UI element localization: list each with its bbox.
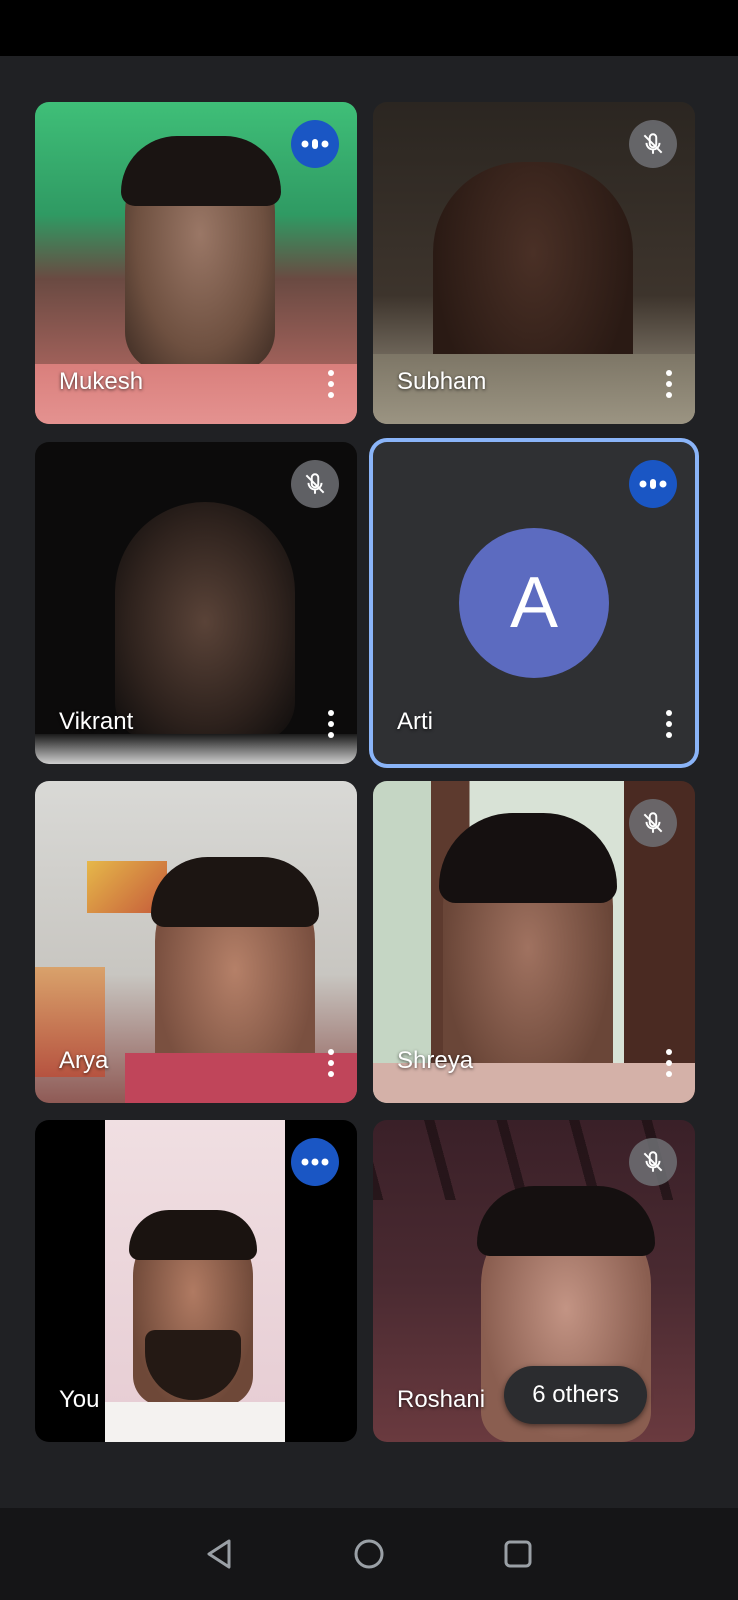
status-bar xyxy=(0,0,738,56)
participant-name: Arya xyxy=(59,1047,109,1074)
participant-tile-roshani[interactable]: Roshani 6 others xyxy=(373,1120,695,1442)
hair xyxy=(477,1186,655,1256)
speaking-indicator-icon xyxy=(629,460,677,508)
home-circle-icon[interactable] xyxy=(345,1530,393,1578)
more-options-icon[interactable] xyxy=(657,1045,681,1081)
hair xyxy=(439,813,617,903)
participant-name: Arti xyxy=(397,708,433,735)
hair xyxy=(151,857,319,927)
mic-muted-icon xyxy=(629,799,677,847)
others-button[interactable]: 6 others xyxy=(504,1366,647,1424)
participant-tile-arti[interactable]: A Arti xyxy=(373,442,695,764)
mic-muted-icon xyxy=(629,1138,677,1186)
participant-tile-vikrant[interactable]: Vikrant xyxy=(35,442,357,764)
shirt xyxy=(35,734,357,764)
participant-grid: Mukesh Subham Vikrant A Arti Arya Shreya… xyxy=(0,56,738,1508)
more-options-icon[interactable] xyxy=(319,366,343,402)
speaking-indicator-icon xyxy=(291,1138,339,1186)
mic-muted-icon xyxy=(291,460,339,508)
recents-square-icon[interactable] xyxy=(494,1530,542,1578)
participant-name: Roshani xyxy=(397,1386,486,1413)
mic-muted-icon xyxy=(629,120,677,168)
hair xyxy=(129,1210,257,1260)
participant-name: Shreya xyxy=(397,1047,474,1074)
back-triangle-icon[interactable] xyxy=(196,1530,244,1578)
participant-name: Subham xyxy=(397,368,487,395)
shirt xyxy=(105,1402,285,1442)
participant-name: Mukesh xyxy=(59,368,144,395)
participant-tile-shreya[interactable]: Shreya xyxy=(373,781,695,1103)
system-nav-bar xyxy=(0,1508,738,1600)
avatar: A xyxy=(459,528,609,678)
hair xyxy=(121,136,281,206)
participant-name: You xyxy=(59,1386,100,1413)
participant-tile-you[interactable]: You xyxy=(35,1120,357,1442)
participant-tile-arya[interactable]: Arya xyxy=(35,781,357,1103)
more-options-icon[interactable] xyxy=(657,706,681,742)
participant-tile-mukesh[interactable]: Mukesh xyxy=(35,102,357,424)
more-options-icon[interactable] xyxy=(319,706,343,742)
speaking-indicator-icon xyxy=(291,120,339,168)
more-options-icon[interactable] xyxy=(657,366,681,402)
video-feed xyxy=(115,502,295,742)
participant-name: Vikrant xyxy=(59,708,134,735)
participant-tile-subham[interactable]: Subham xyxy=(373,102,695,424)
more-options-icon[interactable] xyxy=(319,1045,343,1081)
